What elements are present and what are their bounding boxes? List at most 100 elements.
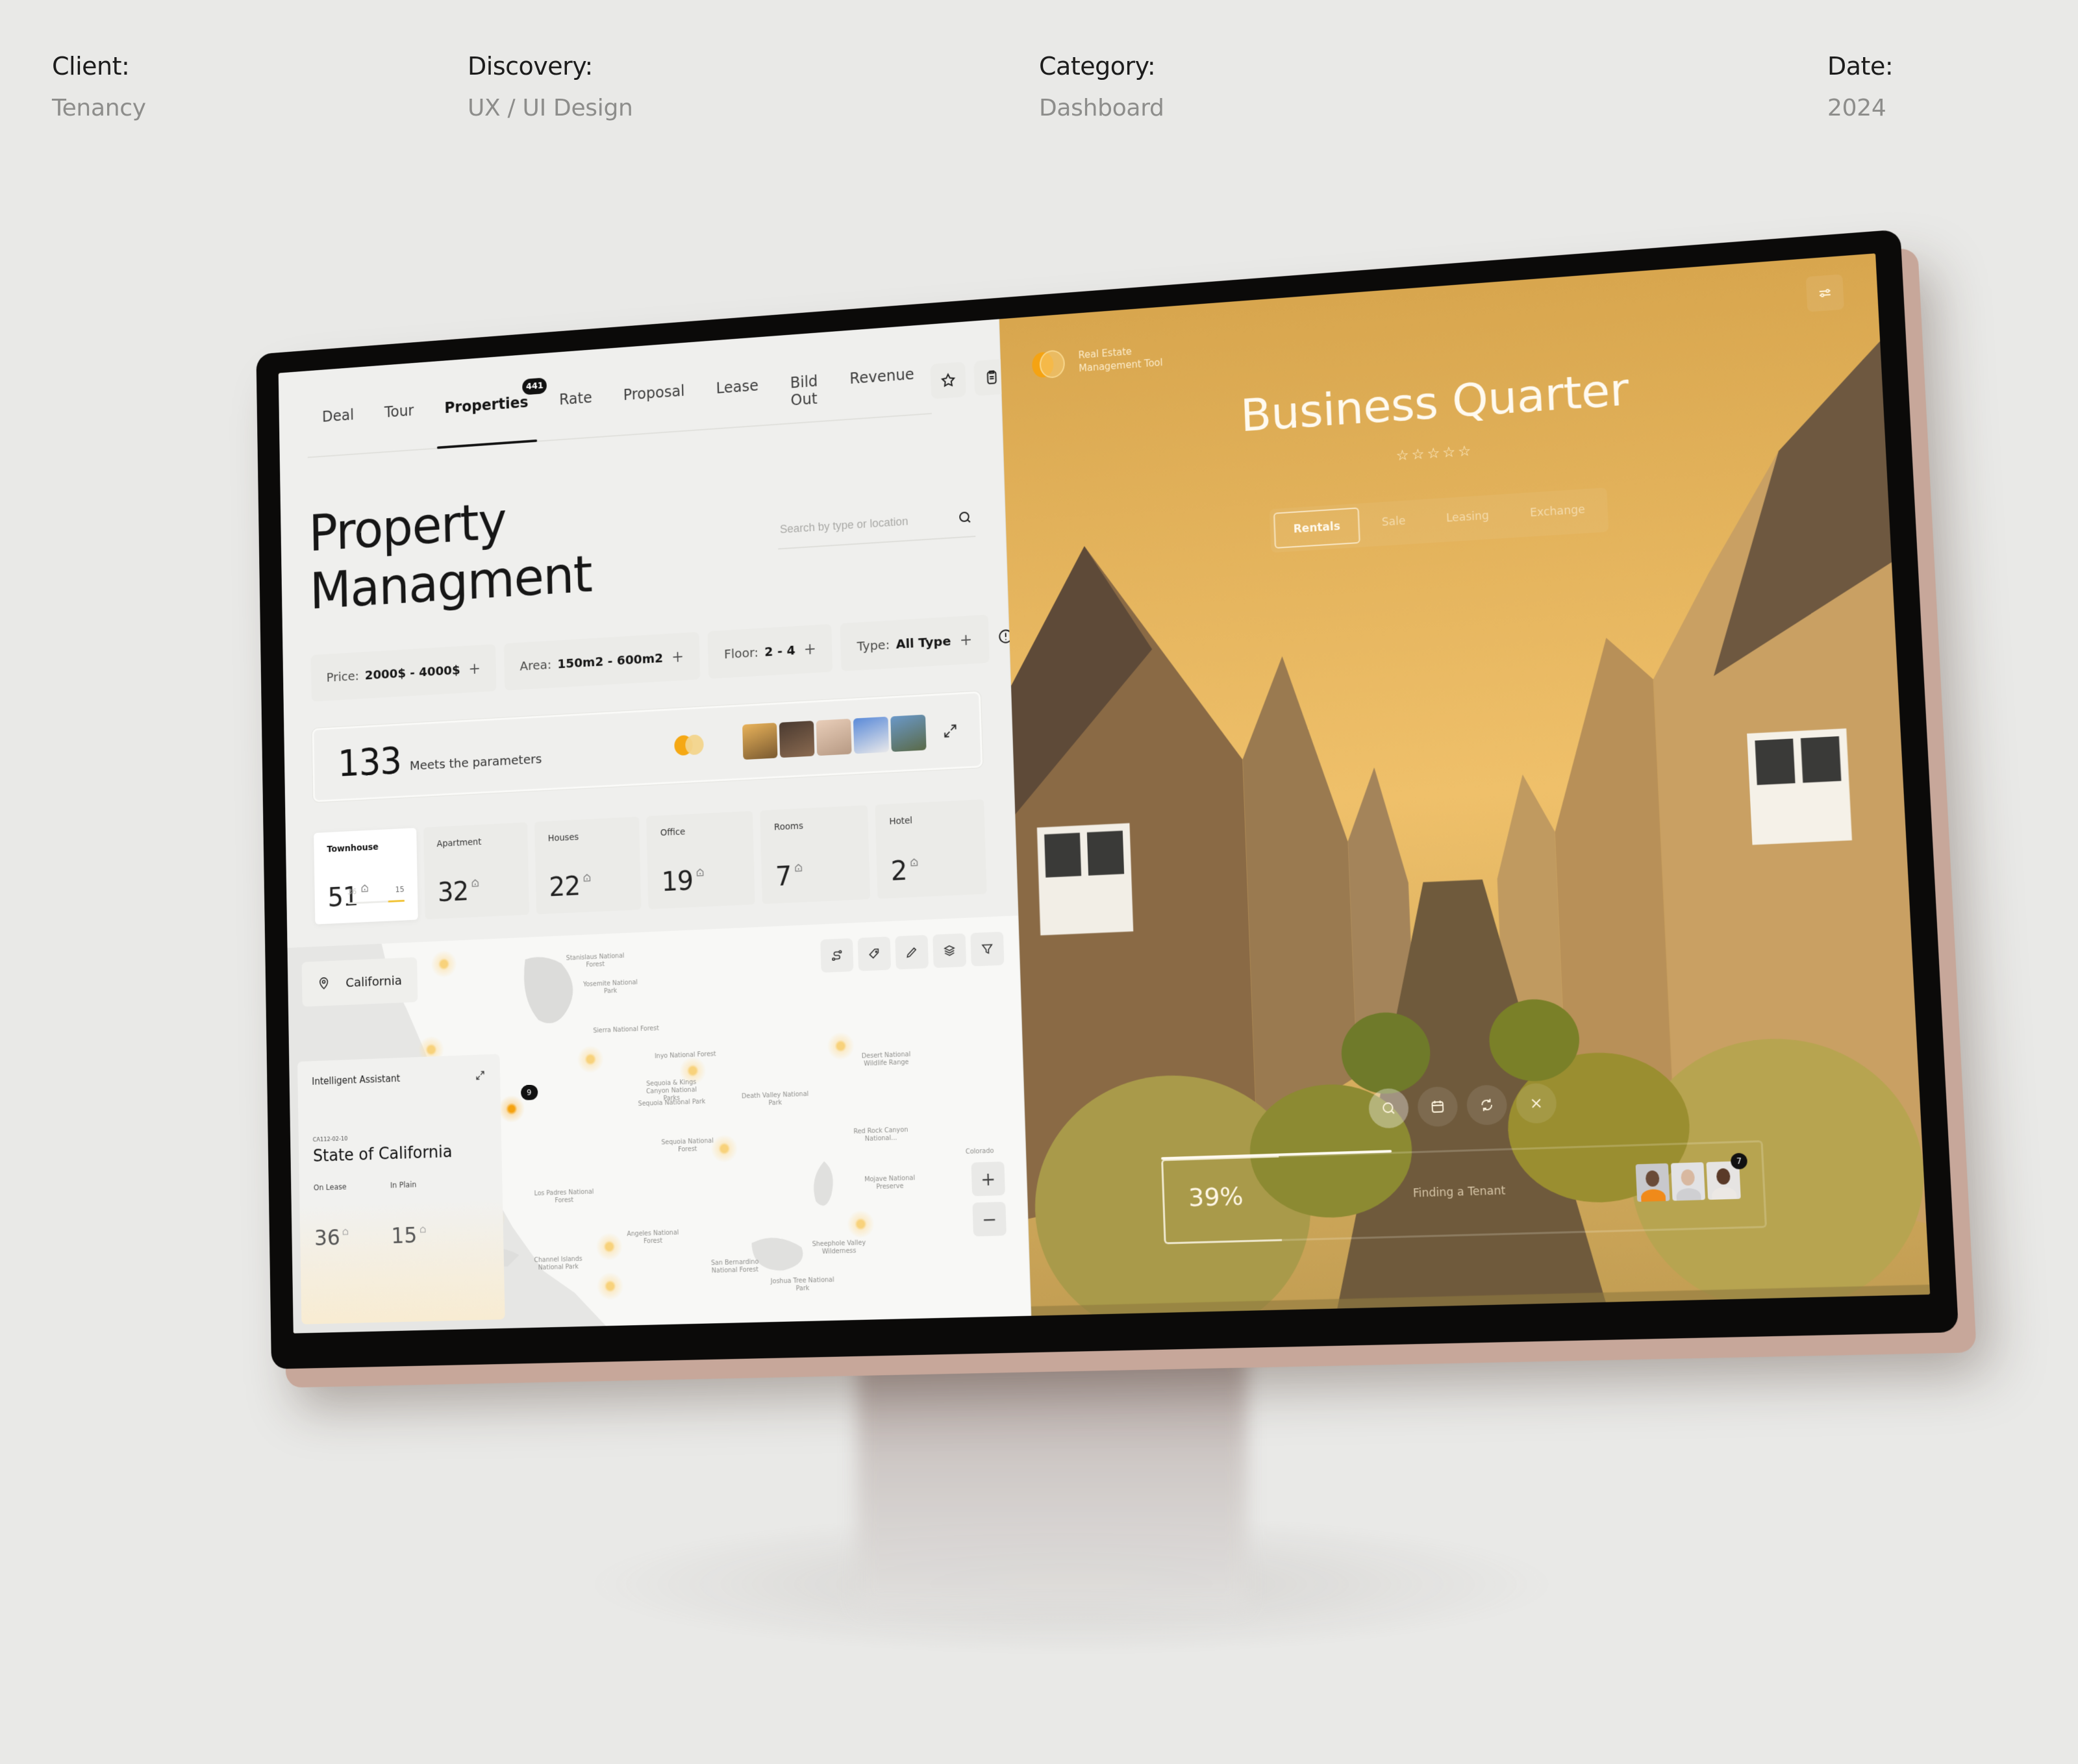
category-count: 32 xyxy=(438,875,481,908)
refresh-button[interactable] xyxy=(1466,1084,1508,1126)
category-name: Office xyxy=(660,826,686,839)
map-place-label: Red Rock Canyon National... xyxy=(853,1126,908,1143)
map-place-label: Desert National Wildlife Range xyxy=(861,1050,911,1068)
calendar-icon xyxy=(1429,1099,1446,1115)
search-button[interactable] xyxy=(1368,1087,1410,1129)
filter-value: 2000$ - 4000$ xyxy=(364,662,460,683)
deal-tab-leasing[interactable]: Leasing xyxy=(1427,498,1508,539)
filter-area[interactable]: Area: 150m2 - 600m2 + xyxy=(503,632,701,691)
deal-tab-rentals[interactable]: Rentals xyxy=(1273,507,1361,549)
category-card-hotel[interactable]: Hotel 2 xyxy=(875,799,987,899)
tab-rate[interactable]: Rate xyxy=(544,382,608,440)
property-thumbnail[interactable] xyxy=(853,716,890,754)
property-thumbnail[interactable] xyxy=(742,723,778,760)
region-name: State of California xyxy=(312,1142,453,1166)
tab-lease[interactable]: Lease xyxy=(700,369,775,429)
avatar-body xyxy=(1711,1187,1737,1200)
screen: Deal Tour Properties 441 Rate Proposal Lease Bi… xyxy=(278,253,1931,1334)
candidate-avatar[interactable] xyxy=(1635,1163,1670,1202)
route-icon xyxy=(830,948,844,962)
page-title: Property Managment xyxy=(308,491,593,621)
location-selector[interactable]: California xyxy=(301,957,418,1007)
filter-tool-button[interactable] xyxy=(970,931,1005,967)
zoom-in-button[interactable]: + xyxy=(971,1162,1005,1197)
property-thumbnail[interactable] xyxy=(779,721,815,758)
star-icon[interactable]: ☆ xyxy=(1458,443,1474,460)
category-card-townhouse[interactable]: Townhouse 51 36 15 xyxy=(314,828,418,925)
map-place-label: Death Valley National Park xyxy=(741,1090,809,1107)
expand-icon[interactable] xyxy=(475,1069,486,1081)
map-place-label: Stanislaus National Forest xyxy=(566,952,625,969)
refresh-icon xyxy=(1479,1097,1496,1113)
favorite-button[interactable] xyxy=(930,362,966,399)
star-icon[interactable]: ☆ xyxy=(1442,444,1458,461)
layers-icon xyxy=(942,943,957,958)
category-card-rooms[interactable]: Rooms 7 xyxy=(760,805,871,904)
star-icon[interactable]: ☆ xyxy=(1396,447,1412,464)
layers-tool-button[interactable] xyxy=(933,933,967,968)
tenant-progress-card[interactable]: 39% Finding a Tenant 7 xyxy=(1160,1140,1768,1245)
settings-button[interactable] xyxy=(1805,274,1844,312)
deal-tab-exchange[interactable]: Exchange xyxy=(1510,491,1605,534)
map[interactable]: California + − 9 Stanislaus National For… xyxy=(287,915,1031,1334)
tab-tour[interactable]: Tour xyxy=(369,395,430,453)
tab-revenue[interactable]: Revenue xyxy=(833,358,931,419)
map-place-label: San Bernardino National Forest xyxy=(710,1258,759,1275)
plus-icon: + xyxy=(803,640,817,658)
plus-icon: + xyxy=(671,647,684,666)
calendar-button[interactable] xyxy=(1416,1086,1458,1128)
tag-icon xyxy=(867,947,881,962)
in-plain-value: 15 xyxy=(395,884,405,895)
monitor-stage: Deal Tour Properties 441 Rate Proposal Lease Bi… xyxy=(0,0,2078,1764)
tab-proposal[interactable]: Proposal xyxy=(607,375,701,436)
category-card-apartment[interactable]: Apartment 32 xyxy=(423,822,529,920)
filter-type[interactable]: Type: All Type + xyxy=(840,614,990,671)
property-thumbnail[interactable] xyxy=(816,718,852,756)
search-input[interactable] xyxy=(779,512,941,536)
clipboard-icon xyxy=(983,369,1000,386)
avatar-head xyxy=(1645,1170,1660,1187)
map-place-label: Yosemite National Park xyxy=(582,979,638,995)
tab-bild-out[interactable]: Bild Out xyxy=(774,365,835,424)
home-icon xyxy=(794,862,804,873)
star-icon[interactable]: ☆ xyxy=(1411,446,1427,463)
deal-tab-sale[interactable]: Sale xyxy=(1363,503,1425,543)
stat-label: On Lease xyxy=(313,1182,347,1193)
category-card-houses[interactable]: Houses 22 xyxy=(534,816,642,915)
search-icon[interactable] xyxy=(957,510,973,526)
cluster-badge[interactable]: 9 xyxy=(520,1084,538,1101)
map-place-label: Sequoia National Forest xyxy=(661,1137,714,1153)
close-button[interactable] xyxy=(1515,1082,1558,1124)
filter-price[interactable]: Price: 2000$ - 4000$ + xyxy=(310,644,497,702)
filter-key: Area: xyxy=(520,656,552,674)
filter-value: All Type xyxy=(895,633,951,652)
filter-floor[interactable]: Floor: 2 - 4 + xyxy=(707,624,833,679)
filter-key: Floor: xyxy=(723,644,759,662)
property-thumbnail[interactable] xyxy=(890,714,927,752)
stat-label: In Plain xyxy=(390,1180,417,1190)
results-summary: 133 Meets the parameters xyxy=(312,691,983,802)
candidate-avatar[interactable] xyxy=(1670,1162,1706,1201)
tab-properties[interactable]: Properties 441 xyxy=(429,377,547,448)
category-count-value: 22 xyxy=(548,870,581,903)
tag-tool-button[interactable] xyxy=(857,936,892,971)
candidate-avatars[interactable]: 7 xyxy=(1635,1152,1748,1202)
zoom-out-button[interactable]: − xyxy=(972,1201,1007,1237)
route-tool-button[interactable] xyxy=(820,938,854,973)
stat-number: 15 xyxy=(391,1223,418,1249)
draw-tool-button[interactable] xyxy=(895,935,929,970)
brand-mark-icon xyxy=(674,734,705,756)
lease-split-indicator: 36 15 xyxy=(347,885,405,904)
home-icon xyxy=(909,857,920,867)
star-icon[interactable]: ☆ xyxy=(1427,445,1443,462)
category-card-office[interactable]: Office 19 xyxy=(646,811,755,910)
category-cards: Townhouse 51 36 15 Apartment 32 Houses 22 Office… xyxy=(314,799,987,925)
tab-bar: Deal Tour Properties 441 Rate Proposal Lease Bi… xyxy=(307,358,932,458)
search-field[interactable] xyxy=(777,503,976,550)
filter-value: 150m2 - 600m2 xyxy=(557,650,664,672)
expand-results-button[interactable] xyxy=(942,722,958,739)
tab-deal[interactable]: Deal xyxy=(307,399,369,457)
title-row: Property Managment xyxy=(308,460,977,621)
category-count: 7 xyxy=(775,860,804,892)
search-icon xyxy=(1381,1100,1397,1116)
